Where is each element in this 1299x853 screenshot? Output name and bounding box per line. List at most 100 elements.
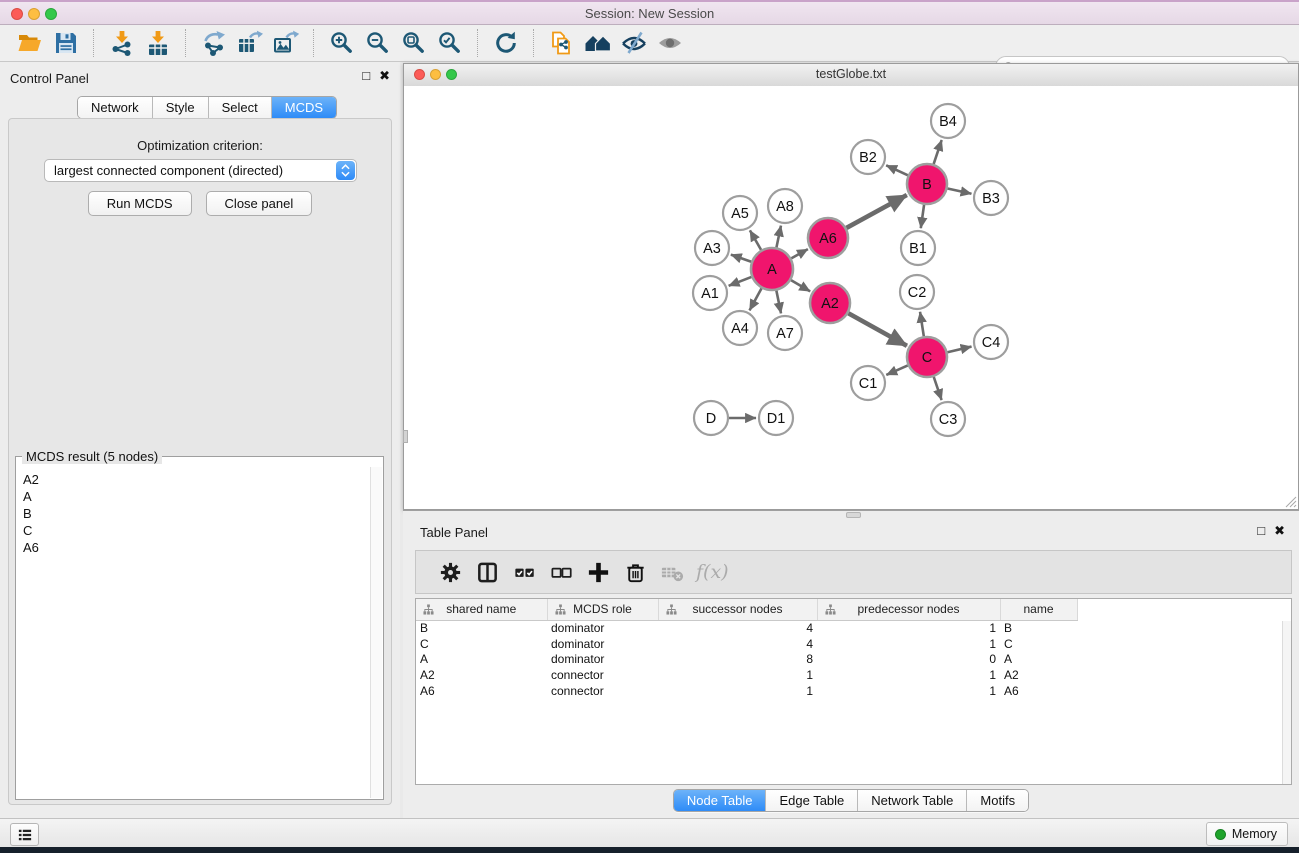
node-A6[interactable]: A6 xyxy=(808,218,848,258)
unselect-all-columns-icon[interactable] xyxy=(544,557,578,587)
zoom-in-icon[interactable] xyxy=(327,28,357,58)
close-panel-button[interactable]: Close panel xyxy=(206,191,313,216)
mcds-list-scrollbar[interactable] xyxy=(370,467,382,798)
edge-C-C2[interactable] xyxy=(920,312,924,336)
zoom-fit-icon[interactable] xyxy=(399,28,429,58)
node-C2[interactable]: C2 xyxy=(900,275,934,309)
select-all-columns-icon[interactable] xyxy=(507,557,541,587)
table-row[interactable]: Bdominator41B xyxy=(416,620,1291,636)
edge-A-A1[interactable] xyxy=(729,277,752,286)
edge-A-A2[interactable] xyxy=(791,280,810,291)
edge-B-B2[interactable] xyxy=(886,165,908,175)
mcds-result-item[interactable]: A2 xyxy=(17,471,370,488)
zoom-out-icon[interactable] xyxy=(363,28,393,58)
edge-A-A5[interactable] xyxy=(750,230,761,250)
refresh-layout-icon[interactable] xyxy=(491,28,521,58)
table-row[interactable]: A2connector11A2 xyxy=(416,667,1291,683)
tab-mcds[interactable]: MCDS xyxy=(272,97,336,118)
node-C[interactable]: C xyxy=(907,337,947,377)
export-table-icon[interactable] xyxy=(235,28,265,58)
run-mcds-button[interactable]: Run MCDS xyxy=(88,191,192,216)
node-B3[interactable]: B3 xyxy=(974,181,1008,215)
node-D[interactable]: D xyxy=(694,401,728,435)
zoom-selected-icon[interactable] xyxy=(435,28,465,58)
import-network-icon[interactable] xyxy=(107,28,137,58)
node-A2[interactable]: A2 xyxy=(810,283,850,323)
network-window-titlebar[interactable]: testGlobe.txt xyxy=(404,64,1298,87)
window-title: Session: New Session xyxy=(0,6,1299,21)
export-image-icon[interactable] xyxy=(271,28,301,58)
tab-motifs[interactable]: Motifs xyxy=(967,790,1028,811)
mcds-result-item[interactable]: A6 xyxy=(17,539,370,556)
criterion-select[interactable]: largest connected component (directed) xyxy=(44,159,357,182)
edge-A-A3[interactable] xyxy=(731,255,751,262)
mcds-result-item[interactable]: A xyxy=(17,488,370,505)
delete-column-icon[interactable] xyxy=(618,557,652,587)
node-B1[interactable]: B1 xyxy=(901,231,935,265)
edge-A-A4[interactable] xyxy=(750,288,762,310)
float-table-panel-icon[interactable]: □ xyxy=(1257,524,1265,538)
edge-A-A7[interactable] xyxy=(776,291,781,314)
node-B[interactable]: B xyxy=(907,164,947,204)
settings-gear-icon[interactable] xyxy=(433,557,467,587)
edge-B-B3[interactable] xyxy=(948,188,972,193)
node-A7[interactable]: A7 xyxy=(768,316,802,350)
node-B2[interactable]: B2 xyxy=(851,140,885,174)
add-column-icon[interactable] xyxy=(581,557,615,587)
column-header-predecessor-nodes[interactable]: predecessor nodes xyxy=(817,599,1000,620)
node-D1[interactable]: D1 xyxy=(759,401,793,435)
node-C4[interactable]: C4 xyxy=(974,325,1008,359)
column-header-name[interactable]: name xyxy=(1000,599,1077,620)
column-header-shared-name[interactable]: shared name xyxy=(416,599,547,620)
open-file-icon[interactable] xyxy=(15,28,45,58)
node-C3[interactable]: C3 xyxy=(931,402,965,436)
table-row[interactable]: Adominator80A xyxy=(416,652,1291,668)
column-header-mcds-role[interactable]: MCDS role xyxy=(547,599,658,620)
mcds-result-item[interactable]: B xyxy=(17,505,370,522)
edge-A6-B[interactable] xyxy=(846,195,906,228)
tab-edge-table[interactable]: Edge Table xyxy=(766,790,858,811)
hide-selected-icon[interactable] xyxy=(619,28,649,58)
node-B4[interactable]: B4 xyxy=(931,104,965,138)
splitter-nub[interactable] xyxy=(403,430,408,443)
tab-select[interactable]: Select xyxy=(209,97,272,118)
node-A1[interactable]: A1 xyxy=(693,276,727,310)
mcds-result-list[interactable]: A2ABCA6 xyxy=(17,467,370,798)
resize-grip-icon[interactable] xyxy=(1283,494,1297,508)
float-panel-icon[interactable]: □ xyxy=(362,69,370,83)
tab-style[interactable]: Style xyxy=(153,97,209,118)
node-A4[interactable]: A4 xyxy=(723,311,757,345)
mcds-result-item[interactable]: C xyxy=(17,522,370,539)
node-A8[interactable]: A8 xyxy=(768,189,802,223)
home-networks-icon[interactable] xyxy=(583,28,613,58)
memory-button[interactable]: Memory xyxy=(1206,822,1288,846)
export-network-icon[interactable] xyxy=(199,28,229,58)
table-scrollbar[interactable] xyxy=(1282,621,1291,784)
node-A3[interactable]: A3 xyxy=(695,231,729,265)
table-row[interactable]: Cdominator41C xyxy=(416,636,1291,652)
tab-node-table[interactable]: Node Table xyxy=(674,790,767,811)
close-panel-icon[interactable]: ✖ xyxy=(379,69,390,83)
tab-network[interactable]: Network xyxy=(78,97,153,118)
edge-C-C4[interactable] xyxy=(947,347,971,353)
task-history-button[interactable] xyxy=(10,823,39,846)
close-table-panel-icon[interactable]: ✖ xyxy=(1274,524,1285,538)
node-A5[interactable]: A5 xyxy=(723,196,757,230)
tab-network-table[interactable]: Network Table xyxy=(858,790,967,811)
edge-C-C1[interactable] xyxy=(886,365,907,374)
import-table-icon[interactable] xyxy=(143,28,173,58)
node-A[interactable]: A xyxy=(751,248,793,290)
show-columns-icon[interactable] xyxy=(470,557,504,587)
edge-A-A8[interactable] xyxy=(776,226,781,248)
edge-B-B4[interactable] xyxy=(934,140,942,164)
save-session-icon[interactable] xyxy=(51,28,81,58)
network-canvas[interactable]: A A1 A2 A3 A4 A5 A6 A7 A8 B B1 B2 B3 B4 C C1 C2 C3 C4 D D1 xyxy=(404,86,1298,509)
node-C1[interactable]: C1 xyxy=(851,366,885,400)
edge-A2-C[interactable] xyxy=(848,313,907,346)
copy-network-icon[interactable] xyxy=(547,28,577,58)
edge-B-B1[interactable] xyxy=(921,205,924,228)
edge-A-A6[interactable] xyxy=(791,249,808,258)
table-row[interactable]: A6connector11A6 xyxy=(416,683,1291,699)
edge-C-C3[interactable] xyxy=(934,377,942,400)
column-header-successor-nodes[interactable]: successor nodes xyxy=(658,599,817,620)
